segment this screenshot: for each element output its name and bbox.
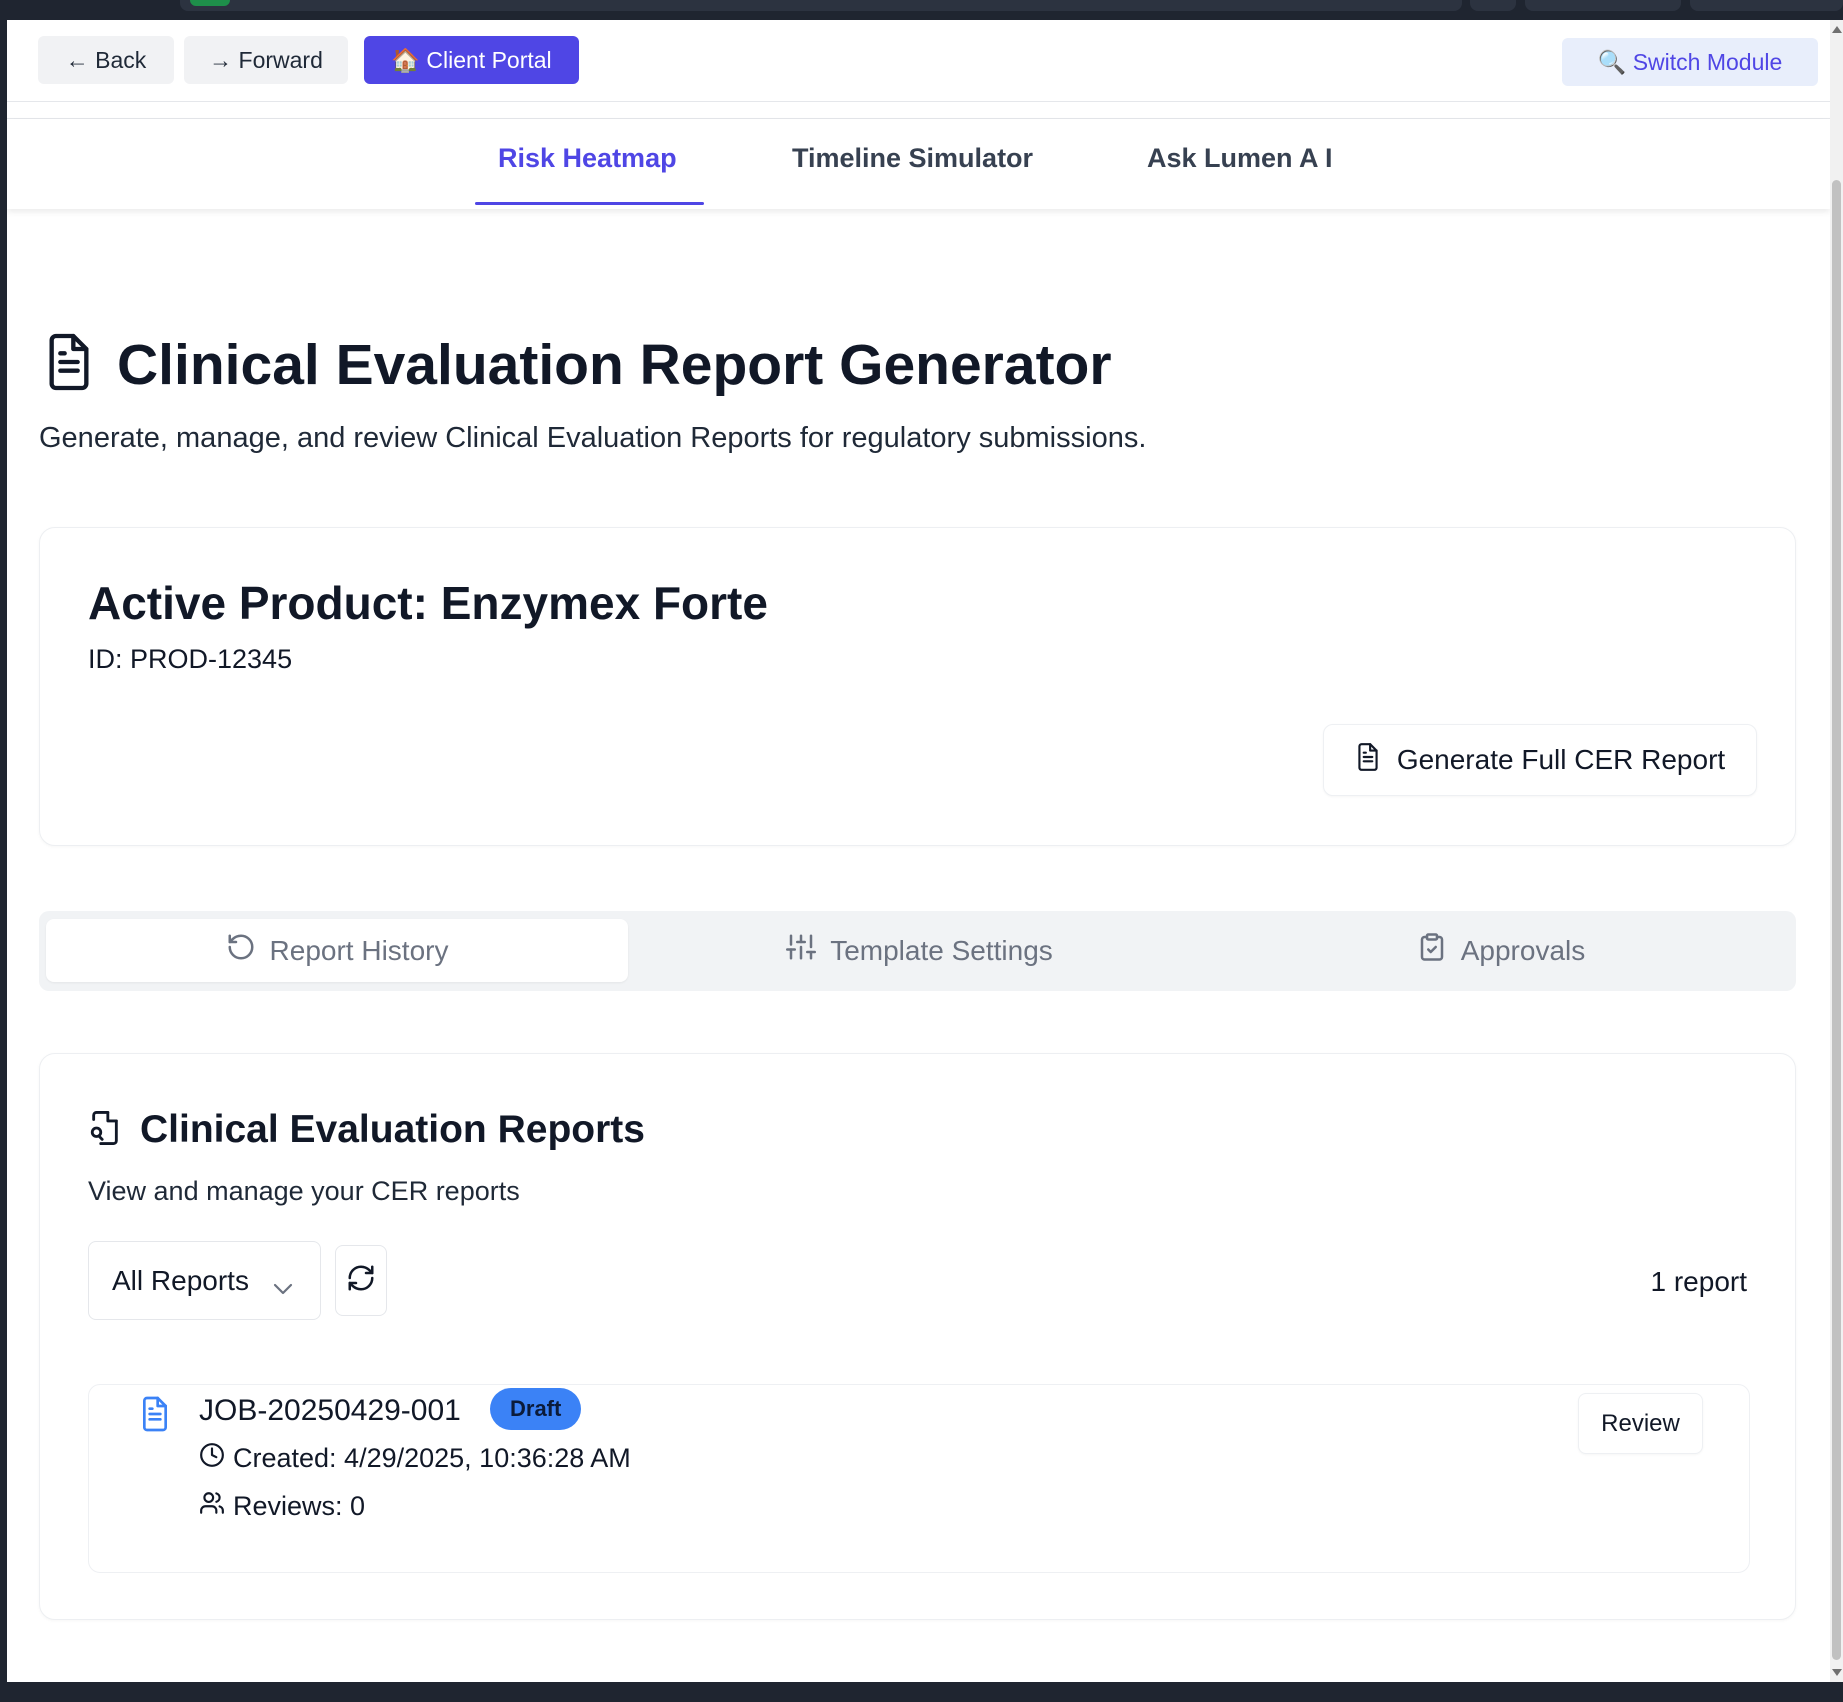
page-viewport: ← Back → Forward 🏠 Client Portal 🔍 Switc… — [7, 20, 1830, 1682]
tab-template-settings[interactable]: Template Settings — [628, 919, 1211, 982]
browser-toolbar-button[interactable] — [1690, 0, 1843, 11]
generate-cer-label: Generate Full CER Report — [1396, 744, 1726, 775]
tab-label: Approvals — [1460, 934, 1586, 966]
page-header: Clinical Evaluation Report Generator — [43, 331, 1112, 398]
file-search-icon — [88, 1109, 122, 1152]
reviews-text: Reviews: 0 — [233, 1491, 366, 1521]
tab-ask-lumen-ai[interactable]: Ask Lumen A I — [1147, 143, 1333, 186]
filter-value: All Reports — [112, 1264, 249, 1296]
review-button[interactable]: Review — [1578, 1393, 1703, 1454]
history-icon — [226, 932, 270, 969]
chevron-down-icon — [272, 1271, 294, 1303]
report-reviews: Reviews: 0 — [199, 1490, 365, 1523]
tab-label: Report History — [269, 934, 449, 966]
users-icon — [199, 1490, 233, 1523]
browser-top-bar — [0, 0, 1843, 20]
reports-header: Clinical Evaluation Reports — [88, 1108, 645, 1152]
tab-timeline-simulator[interactable]: Timeline Simulator — [792, 143, 1033, 186]
active-product-card: Active Product: Enzymex Forte ID: PROD-1… — [39, 527, 1796, 846]
generate-cer-button[interactable]: Generate Full CER Report — [1323, 724, 1757, 796]
tab-label: Template Settings — [830, 934, 1053, 966]
browser-bottom-bar — [0, 1682, 1843, 1702]
report-job-id: JOB-20250429-001 — [199, 1394, 461, 1427]
tab-risk-heatmap[interactable]: Risk Heatmap — [498, 143, 677, 186]
browser-toolbar-button[interactable] — [1525, 0, 1681, 11]
clock-icon — [199, 1442, 233, 1475]
reports-subtitle: View and manage your CER reports — [88, 1176, 520, 1206]
top-nav-bar: ← Back → Forward 🏠 Client Portal 🔍 Switc… — [7, 20, 1830, 102]
reports-card: Clinical Evaluation Reports View and man… — [39, 1053, 1796, 1620]
scrollbar-thumb[interactable] — [1832, 180, 1841, 1660]
back-button[interactable]: ← Back — [38, 36, 174, 84]
report-filter-select[interactable]: All Reports — [88, 1241, 321, 1320]
browser-address-bar[interactable] — [180, 0, 1462, 11]
section-tabs: Report History Template Settings Approva… — [39, 911, 1796, 991]
file-text-icon — [43, 331, 95, 398]
reports-title: Clinical Evaluation Reports — [140, 1108, 645, 1151]
refresh-button[interactable] — [335, 1245, 387, 1316]
refresh-icon — [346, 1263, 376, 1298]
report-list-item[interactable]: JOB-20250429-001 Draft Created: 4/29/202… — [88, 1384, 1750, 1573]
report-created: Created: 4/29/2025, 10:36:28 AM — [199, 1442, 631, 1475]
product-name: Active Product: Enzymex Forte — [88, 577, 768, 629]
document-icon — [139, 1395, 171, 1438]
client-portal-button[interactable]: 🏠 Client Portal — [364, 36, 579, 84]
created-text: Created: 4/29/2025, 10:36:28 AM — [233, 1443, 631, 1473]
sliders-icon — [786, 932, 830, 969]
scroll-up-arrow-icon[interactable] — [1832, 26, 1842, 33]
tab-approvals[interactable]: Approvals — [1211, 919, 1791, 982]
report-count: 1 report — [1650, 1266, 1748, 1297]
forward-button[interactable]: → Forward — [184, 36, 348, 84]
active-tab-indicator — [475, 202, 704, 205]
file-text-icon — [1355, 742, 1397, 779]
page-title: Clinical Evaluation Report Generator — [117, 332, 1112, 397]
browser-toolbar-button[interactable] — [1470, 0, 1516, 11]
page-subtitle: Generate, manage, and review Clinical Ev… — [39, 422, 1147, 454]
tab-report-history[interactable]: Report History — [46, 919, 628, 982]
scroll-down-arrow-icon[interactable] — [1832, 1669, 1842, 1676]
browser-left-edge — [0, 20, 7, 1682]
status-badge: Draft — [490, 1388, 582, 1430]
clipboard-check-icon — [1417, 932, 1461, 969]
page-scrollbar[interactable] — [1830, 20, 1843, 1682]
product-id: ID: PROD-12345 — [88, 644, 293, 674]
switch-module-button[interactable]: 🔍 Switch Module — [1562, 38, 1818, 86]
module-tabs: Risk Heatmap Timeline Simulator Ask Lume… — [7, 119, 1830, 209]
